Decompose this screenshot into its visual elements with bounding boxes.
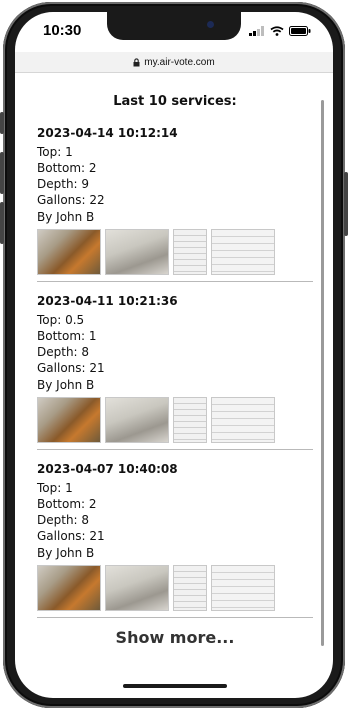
scrollbar[interactable] (321, 100, 324, 646)
notch (107, 12, 241, 40)
photo-thumbnail[interactable] (105, 229, 169, 275)
service-bottom: Bottom: 1 (37, 329, 97, 343)
service-entry: 2023-04-07 10:40:08 Top: 1 Bottom: 2 Dep… (37, 462, 313, 618)
url-text[interactable]: my.air-vote.com (144, 57, 214, 68)
service-gallons: Gallons: 21 (37, 361, 105, 375)
photo-thumbnail[interactable] (37, 565, 101, 611)
photo-thumbnails (37, 229, 313, 275)
service-date: 2023-04-14 10:12:14 (37, 126, 178, 140)
photo-thumbnail[interactable] (173, 565, 207, 611)
screen: 10:30 my.air-vote.com Last 10 services: … (15, 12, 333, 698)
phone-frame: 10:30 my.air-vote.com Last 10 services: … (0, 2, 348, 708)
photo-thumbnail[interactable] (173, 397, 207, 443)
lock-icon (133, 57, 140, 66)
service-depth: Depth: 9 (37, 177, 90, 191)
service-entry: 2023-04-11 10:21:36 Top: 0.5 Bottom: 1 D… (37, 294, 313, 450)
volume-down-button (0, 202, 4, 244)
status-icons (249, 26, 311, 36)
photo-thumbnail[interactable] (37, 397, 101, 443)
wifi-icon (270, 26, 284, 36)
service-technician: By John B (37, 546, 95, 560)
status-time: 10:30 (43, 22, 82, 39)
volume-up-button (0, 152, 4, 194)
page-content: Last 10 services: 2023-04-14 10:12:14 To… (37, 74, 313, 674)
service-technician: By John B (37, 210, 95, 224)
photo-thumbnail[interactable] (105, 397, 169, 443)
photo-thumbnails (37, 397, 313, 443)
photo-thumbnail[interactable] (211, 229, 275, 275)
photo-thumbnail[interactable] (211, 565, 275, 611)
service-entry: 2023-04-14 10:12:14 Top: 1 Bottom: 2 Dep… (37, 126, 313, 282)
mute-switch (0, 112, 4, 134)
power-button (344, 172, 348, 236)
page-title: Last 10 services: (113, 94, 237, 109)
service-depth: Depth: 8 (37, 513, 90, 527)
service-bottom: Bottom: 2 (37, 497, 97, 511)
photo-thumbnail[interactable] (173, 229, 207, 275)
photo-thumbnail[interactable] (105, 565, 169, 611)
service-gallons: Gallons: 22 (37, 193, 105, 207)
show-more-link[interactable]: Show more... (37, 628, 313, 647)
camera-icon (207, 21, 214, 28)
service-technician: By John B (37, 378, 95, 392)
signal-icon (249, 26, 264, 36)
photo-thumbnails (37, 565, 313, 611)
home-indicator[interactable] (123, 684, 227, 688)
service-date: 2023-04-11 10:21:36 (37, 294, 178, 308)
service-top: Top: 1 (37, 481, 73, 495)
battery-icon (289, 26, 311, 36)
service-top: Top: 1 (37, 145, 73, 159)
service-gallons: Gallons: 21 (37, 529, 105, 543)
service-bottom: Bottom: 2 (37, 161, 97, 175)
url-bar[interactable]: my.air-vote.com (15, 52, 333, 73)
service-top: Top: 0.5 (37, 313, 85, 327)
photo-thumbnail[interactable] (211, 397, 275, 443)
service-date: 2023-04-07 10:40:08 (37, 462, 178, 476)
service-depth: Depth: 8 (37, 345, 90, 359)
photo-thumbnail[interactable] (37, 229, 101, 275)
